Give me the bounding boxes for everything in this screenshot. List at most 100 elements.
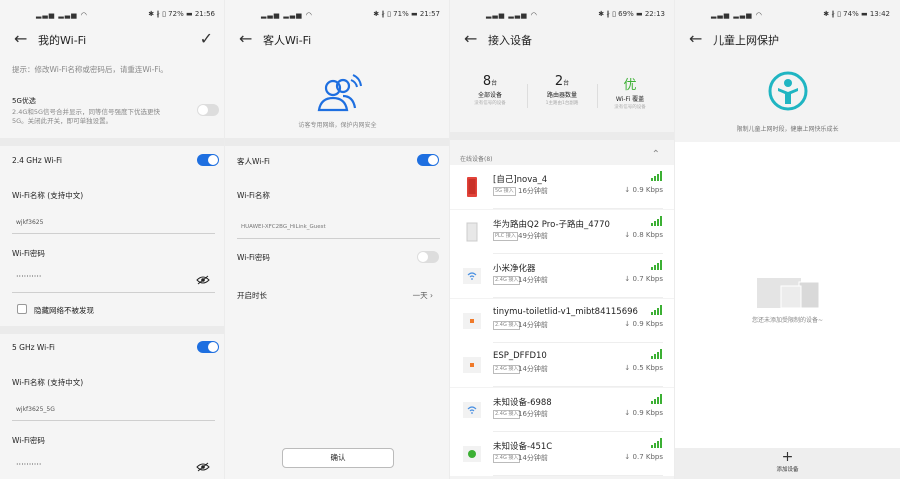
duration-label: 开启时长 (237, 291, 267, 300)
device-icon (462, 220, 482, 244)
hide-network-checkbox[interactable] (17, 304, 27, 314)
device-connection-tag: PLC 接入 (493, 231, 518, 241)
stat-coverage: 优 Wi-Fi 覆盖 没有信号的设备 (600, 74, 660, 110)
signal-icon: ▂▃▅ ▂▃▅ ◠ (261, 11, 313, 19)
device-name: 华为路由Q2 Pro-子路由_4770 (493, 219, 610, 230)
add-device-label: 添加设备 (776, 467, 799, 473)
device-speed: ↓ 0.7 Kbps (624, 275, 663, 283)
wifi-24-toggle[interactable] (197, 154, 219, 166)
clock: 21:56 (194, 10, 215, 18)
stat-all-devices: 8台 全部设备 没有信号的设备 (460, 74, 520, 106)
page-title: 接入设备 (488, 34, 532, 47)
device-row[interactable]: 未知设备-6988 2.4G 接入 16分钟前 ↓ 0.9 Kbps (450, 387, 674, 432)
device-time: 14分钟前 (518, 454, 548, 462)
duration-value: 一天 (412, 291, 428, 300)
device-time: 14分钟前 (518, 276, 548, 284)
device-icon (462, 353, 482, 377)
device-icon (462, 442, 482, 466)
status-icons: ✱ ∦ ▯ (823, 10, 844, 18)
eye-off-icon[interactable] (196, 462, 210, 472)
chevron-up-icon[interactable]: ⌃ (652, 149, 660, 160)
device-icon (462, 264, 482, 288)
confirm-button[interactable]: 确认 (282, 448, 394, 468)
device-name: 小米净化器 (493, 264, 536, 274)
device-icon (462, 309, 482, 333)
g5-pref-toggle[interactable] (197, 104, 219, 116)
clock: 13:42 (869, 10, 890, 18)
guest-desc: 访客专用网络，保护内网安全 (298, 122, 377, 129)
signal-bars-icon (651, 304, 663, 315)
signal-icon: ▂▃▅ ▂▃▅ ◠ (486, 11, 538, 19)
status-icons: ✱ ∦ ▯ (598, 10, 619, 18)
clock: 21:57 (419, 10, 440, 18)
online-devices-header: 在线设备(8) (460, 156, 493, 163)
speed-value: 0.7 Kbps (632, 275, 663, 283)
stat-sub: 没有信号的设备 (614, 105, 646, 110)
device-connection-tag: 5G 接入 (493, 187, 516, 196)
guest-wifi-toggle[interactable] (417, 154, 439, 166)
eye-off-icon[interactable] (196, 275, 210, 285)
guest-name-input[interactable]: HUAWEI-XFC2BG_HiLink_Guest (241, 224, 326, 230)
duration-select[interactable]: 一天 › (413, 290, 433, 301)
battery-text: 71% (393, 10, 409, 18)
stat-value: 2 (554, 74, 564, 89)
speed-value: 0.8 Kbps (632, 230, 663, 239)
panel-my-wifi: ▂▃▅ ▂▃▅ ◠ ✱ ∦ ▯ 72% ▬ 21:56 ← 我的Wi-Fi ✓ … (0, 0, 225, 479)
device-row[interactable]: 华为路由Q2 Pro-子路由_4770 PLC 接入 49分钟前 ↓ 0.8 Kbps (450, 209, 674, 254)
battery-icon: ▬ (185, 10, 193, 18)
back-arrow-icon[interactable]: ← (14, 30, 27, 48)
child-desc: 限制儿童上网时段，健康上网快乐成长 (736, 126, 839, 133)
wifi-pwd-input[interactable]: ·········· (16, 272, 41, 281)
status-bar: ▂▃▅ ▂▃▅ ◠ ✱ ∦ ▯ 72% ▬ 21:56 (0, 0, 224, 30)
battery-icon: ▬ (635, 10, 643, 18)
add-device-bar[interactable]: + 添加设备 (675, 448, 900, 479)
device-name: [自己]nova_4 (493, 175, 548, 185)
page-title: 儿童上网保护 (713, 34, 779, 47)
status-bar: ▂▃▅ ▂▃▅ ◠ ✱ ∦ ▯ 71% ▬ 21:57 (225, 0, 449, 30)
empty-devices-icon (757, 278, 820, 309)
device-row[interactable]: [自己]nova_4 5G 接入 16分钟前 ↓ 0.9 Kbps (450, 165, 674, 209)
status-icons: ✱ ∦ ▯ (373, 10, 394, 18)
battery-icon: ▬ (860, 10, 868, 18)
confirm-check-icon[interactable]: ✓ (200, 29, 213, 48)
device-name: ESP_DFFD10 (493, 351, 547, 361)
wifi5-pwd-input[interactable]: ·········· (16, 460, 41, 469)
hint-text: 提示：修改Wi-Fi名称或密码后，请重连Wi-Fi。 (12, 65, 168, 74)
status-bar: ▂▃▅ ▂▃▅ ◠ ✱ ∦ ▯ 74% ▬ 13:42 (675, 0, 900, 30)
panel-guest-wifi: ▂▃▅ ▂▃▅ ◠ ✱ ∦ ▯ 71% ▬ 21:57 ← 客人Wi-Fi 访客… (225, 0, 450, 479)
stat-value: 8 (482, 74, 492, 89)
stat-label: 全部设备 (477, 92, 502, 99)
signal-bars-icon (651, 393, 663, 404)
speed-value: 0.7 Kbps (632, 453, 663, 461)
back-arrow-icon[interactable]: ← (239, 30, 252, 48)
speed-value: 0.9 Kbps (632, 408, 663, 417)
device-connection-tag: 2.4G 接入 (493, 320, 521, 330)
clock: 22:13 (644, 10, 665, 18)
device-row[interactable]: 小米净化器 2.4G 接入 14分钟前 ↓ 0.7 Kbps (450, 254, 674, 298)
device-time: 16分钟前 (518, 409, 548, 418)
device-row[interactable]: ESP_DFFD10 2.4G 接入 14分钟前 ↓ 0.5 Kbps (450, 343, 674, 387)
wifi-name-input[interactable]: wjkf3625 (16, 219, 43, 226)
plus-icon: + (781, 449, 794, 465)
child-protection-icon (768, 71, 808, 111)
back-arrow-icon[interactable]: ← (689, 30, 702, 48)
speed-value: 0.9 Kbps (632, 319, 663, 328)
back-arrow-icon[interactable]: ← (464, 30, 477, 48)
device-time: 16分钟前 (518, 187, 548, 195)
device-connection-tag: 2.4G 接入 (493, 409, 521, 419)
signal-icon: ▂▃▅ ▂▃▅ ◠ (711, 11, 763, 19)
wifi-name-label: Wi-Fi名称 (支持中文) (12, 191, 84, 200)
stat-label: 路由器数量 (546, 92, 577, 99)
guest-pwd-toggle[interactable] (417, 251, 439, 263)
stat-unit: 台 (563, 80, 570, 87)
wifi5-name-input[interactable]: wjkf3625_5G (16, 406, 55, 413)
wifi-5-toggle[interactable] (197, 341, 219, 353)
device-time: 14分钟前 (518, 320, 548, 329)
stat-routers: 2台 路由器数量 1主路由1台副路 (532, 74, 592, 106)
g5-pref-desc2: 5G。关闭此开关，即可单独设置。 (12, 117, 113, 125)
speed-value: 0.5 Kbps (632, 364, 663, 372)
device-speed: ↓ 0.5 Kbps (624, 364, 663, 372)
device-speed: ↓ 0.9 Kbps (624, 319, 663, 328)
device-row[interactable]: 未知设备-451C 2.4G 接入 14分钟前 ↓ 0.7 Kbps (450, 432, 674, 476)
device-row[interactable]: tinymu-toiletlid-v1_mibt84115696 2.4G 接入 1… (450, 298, 674, 343)
